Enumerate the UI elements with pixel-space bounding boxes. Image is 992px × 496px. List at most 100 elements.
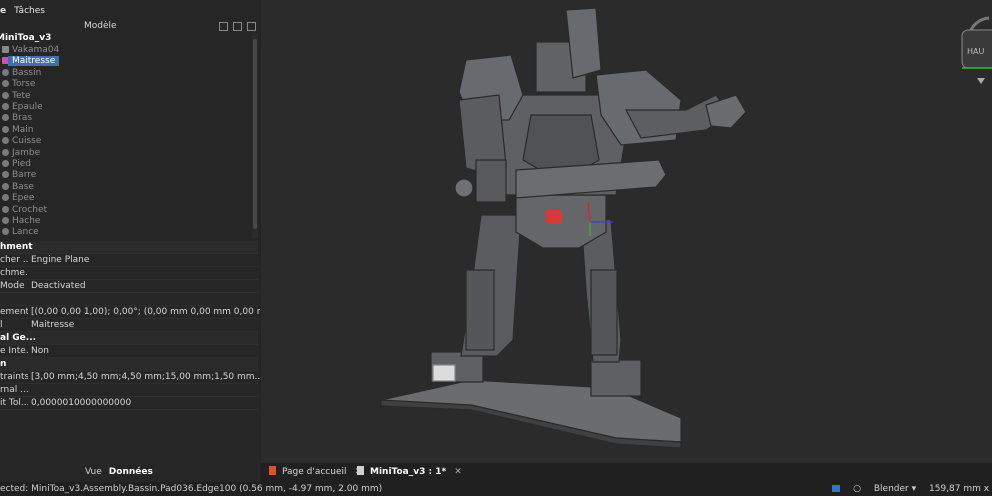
property-value: [(0,00 0,00 1,00); 0,00°; (0,00 mm 0,00 …: [31, 307, 260, 317]
part-icon: [2, 137, 9, 145]
tree-item-label: Main: [12, 124, 34, 135]
nav-style-indicator[interactable]: ○ Blender ▾: [853, 484, 916, 494]
tab-modele[interactable]: e: [0, 4, 10, 18]
model-tree: MiniToa_v3 Vakama04 Maitresse Bassin Torse T…: [0, 33, 252, 238]
part-icon: [2, 80, 9, 88]
status-right: ○ Blender ▾ 159,87 mm x 96,2: [822, 484, 992, 494]
tab-document[interactable]: MiniToa_v3 : 1* ✕: [353, 465, 466, 480]
freecad-icon: [269, 466, 276, 475]
tree-item[interactable]: Tete: [0, 91, 252, 102]
tree-item-label: Pied: [12, 159, 31, 169]
tree-item[interactable]: Barre: [0, 170, 252, 181]
property-key: traints: [0, 372, 28, 382]
property-group[interactable]: al Ge...: [0, 332, 258, 345]
tree-item-label: Tete: [12, 90, 31, 101]
part-icon: [2, 228, 9, 236]
property-value: Maitresse: [31, 320, 75, 330]
tab-donnees[interactable]: Données: [109, 467, 153, 477]
tree-item[interactable]: Maitresse: [0, 56, 252, 67]
rotate-arrow-icon: [969, 16, 990, 31]
property-row[interactable]: chme...: [0, 267, 258, 280]
tree-item-label: Torse: [12, 79, 36, 90]
property-view-tabs: Vue Données: [85, 467, 160, 477]
tree-item[interactable]: Jambe: [0, 148, 252, 159]
property-row[interactable]: traints [3,00 mm;4,50 mm;4,50 mm;15,00 mm…: [0, 371, 260, 384]
restore-icon[interactable]: [219, 22, 228, 31]
3d-viewport[interactable]: HAU: [261, 0, 992, 463]
tree-root-document[interactable]: MiniToa_v3: [0, 33, 51, 43]
tree-item[interactable]: Base: [0, 182, 252, 193]
tree-item[interactable]: Bras: [0, 113, 252, 124]
tree-scrollbar[interactable]: [252, 33, 258, 238]
nav-arrow-down-icon: [977, 78, 985, 84]
property-key: hment: [0, 242, 33, 252]
float-icon[interactable]: [233, 22, 242, 31]
tree-item-label: Bassin: [12, 67, 42, 78]
part-icon: [2, 171, 9, 179]
part-icon: [2, 160, 9, 167]
part-icon: [2, 217, 9, 224]
property-key: it Tol...: [0, 398, 28, 408]
tree-item[interactable]: Epee: [0, 193, 252, 204]
part-icon: [2, 103, 9, 110]
property-value: Non: [31, 346, 49, 356]
property-key: rnal ...: [0, 385, 28, 395]
property-value: [3,00 mm;4,50 mm;4,50 mm;15,00 mm;1,50 m…: [31, 372, 260, 382]
tree-item-label: Bras: [12, 113, 33, 124]
navigation-cube[interactable]: HAU: [946, 12, 992, 95]
tree-item[interactable]: Vakama04: [0, 45, 252, 56]
tree-item[interactable]: Crochet: [0, 205, 252, 216]
property-value: Deactivated: [31, 281, 86, 291]
document-tab-bar: Page d'accueil✕ MiniToa_v3 : 1* ✕: [261, 463, 992, 482]
model-header: Modèle: [0, 20, 258, 33]
tree-item-label: Lance: [12, 227, 39, 238]
tree-item[interactable]: Lance: [0, 227, 252, 238]
tree-item[interactable]: Torse: [0, 79, 252, 90]
left-panel: e Tâches Modèle MiniToa_v3 Vakama04 Maitre…: [0, 0, 260, 482]
scrollbar-thumb[interactable]: [253, 39, 257, 229]
property-row[interactable]: e Inte... Non: [0, 345, 258, 358]
part-icon: [2, 46, 9, 53]
property-row[interactable]: rnal ...: [0, 384, 258, 397]
tab-taches[interactable]: Tâches: [10, 4, 49, 18]
part-icon: [2, 125, 9, 133]
close-icon[interactable]: [247, 22, 256, 31]
tree-item[interactable]: Pied: [0, 159, 252, 170]
tab-start-page[interactable]: Page d'accueil✕: [265, 465, 366, 480]
property-key: l: [0, 320, 3, 330]
tree-item[interactable]: Main: [0, 125, 252, 136]
tree-item-label: Base: [12, 181, 34, 192]
tree-item[interactable]: Cuisse: [0, 136, 252, 147]
tab-vue[interactable]: Vue: [85, 467, 102, 477]
tree-item-label: Cuisse: [12, 136, 42, 147]
property-value: Engine Plane: [31, 255, 90, 265]
tree-item[interactable]: Hache: [0, 216, 252, 227]
property-row[interactable]: ement [(0,00 0,00 1,00); 0,00°; (0,00 mm …: [0, 306, 260, 319]
property-row[interactable]: Mode Deactivated: [0, 280, 258, 293]
part-icon: [2, 205, 9, 213]
tree-item[interactable]: Bassin: [0, 68, 252, 79]
selection-status-text: ected: MiniToa_v3.Assembly.Bassin.Pad036…: [0, 484, 383, 494]
property-key: Mode: [0, 281, 25, 291]
part-icon: [2, 114, 9, 122]
nav-style-label: Blender: [873, 484, 909, 494]
tree-item-label: Barre: [12, 170, 37, 181]
tree-item-label: Epee: [12, 193, 35, 204]
navcube-face-label: HAU: [967, 47, 984, 56]
property-row[interactable]: [0, 293, 258, 306]
property-key: chme...: [0, 268, 28, 278]
property-row[interactable]: l Maitresse: [0, 319, 258, 332]
part-icon: [2, 182, 9, 190]
tree-item-label: Crochet: [12, 204, 48, 215]
part-icon: [2, 91, 9, 99]
combo-view-tabs: e Tâches: [0, 4, 49, 20]
property-group[interactable]: n: [0, 358, 258, 371]
robot-model[interactable]: [261, 0, 992, 463]
draw-style-icon[interactable]: [832, 485, 841, 492]
close-tab-icon[interactable]: ✕: [454, 467, 462, 477]
property-group[interactable]: hment: [0, 241, 258, 254]
tree-item[interactable]: Epaule: [0, 102, 252, 113]
property-row[interactable]: it Tol... 0,0000010000000000: [0, 397, 258, 410]
tree-item-label: Vakama04: [12, 45, 60, 55]
property-row[interactable]: cher ...Engine Plane: [0, 254, 258, 267]
